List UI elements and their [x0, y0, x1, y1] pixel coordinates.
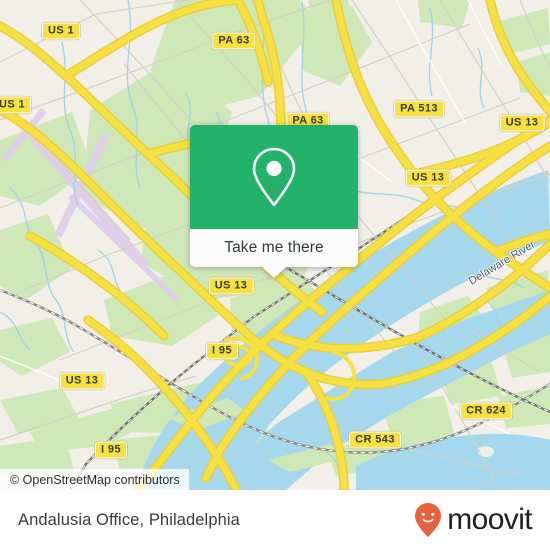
road-shield-pa-513: PA 513	[394, 100, 444, 118]
place-title: Andalusia Office, Philadelphia	[18, 510, 240, 529]
callout-icon-area	[190, 125, 358, 229]
moovit-wordmark: moovit	[447, 503, 532, 536]
callout-action-area[interactable]: Take me there	[190, 229, 358, 278]
road-shield-cr-624: CR 624	[460, 402, 512, 420]
road-shield-us-1-north: US 1	[41, 22, 81, 40]
road-shield-us-13-sw: US 13	[59, 372, 105, 390]
road-shield-pa-63-top: PA 63	[212, 32, 256, 50]
take-me-there-label: Take me there	[224, 239, 324, 256]
road-shield-i-95-center: I 95	[206, 342, 238, 360]
place-callout-card[interactable]: Take me there	[190, 125, 358, 278]
callout-pointer-tail	[262, 267, 286, 278]
road-shield-cr-543: CR 543	[349, 431, 401, 449]
road-shield-us-1-west: US 1	[0, 96, 32, 114]
map-canvas[interactable]: Delaware River US 1 PA 63 PA 63 PA 513 U…	[0, 0, 550, 490]
moovit-place-card-screenshot: Delaware River US 1 PA 63 PA 63 PA 513 U…	[0, 0, 550, 550]
road-shield-i-95-sw: I 95	[95, 441, 127, 459]
moovit-smiley-pin-icon	[415, 503, 442, 537]
road-shield-us-13-east: US 13	[405, 169, 451, 187]
osm-attribution[interactable]: © OpenStreetMap contributors	[0, 469, 189, 490]
map-pin-icon	[252, 147, 296, 207]
road-shield-us-13-ne: US 13	[499, 114, 545, 132]
moovit-brand-logo[interactable]: moovit	[413, 502, 533, 538]
road-shield-us-13-center: US 13	[208, 277, 254, 295]
footer-bar: Andalusia Office, Philadelphia moovit	[0, 490, 550, 550]
